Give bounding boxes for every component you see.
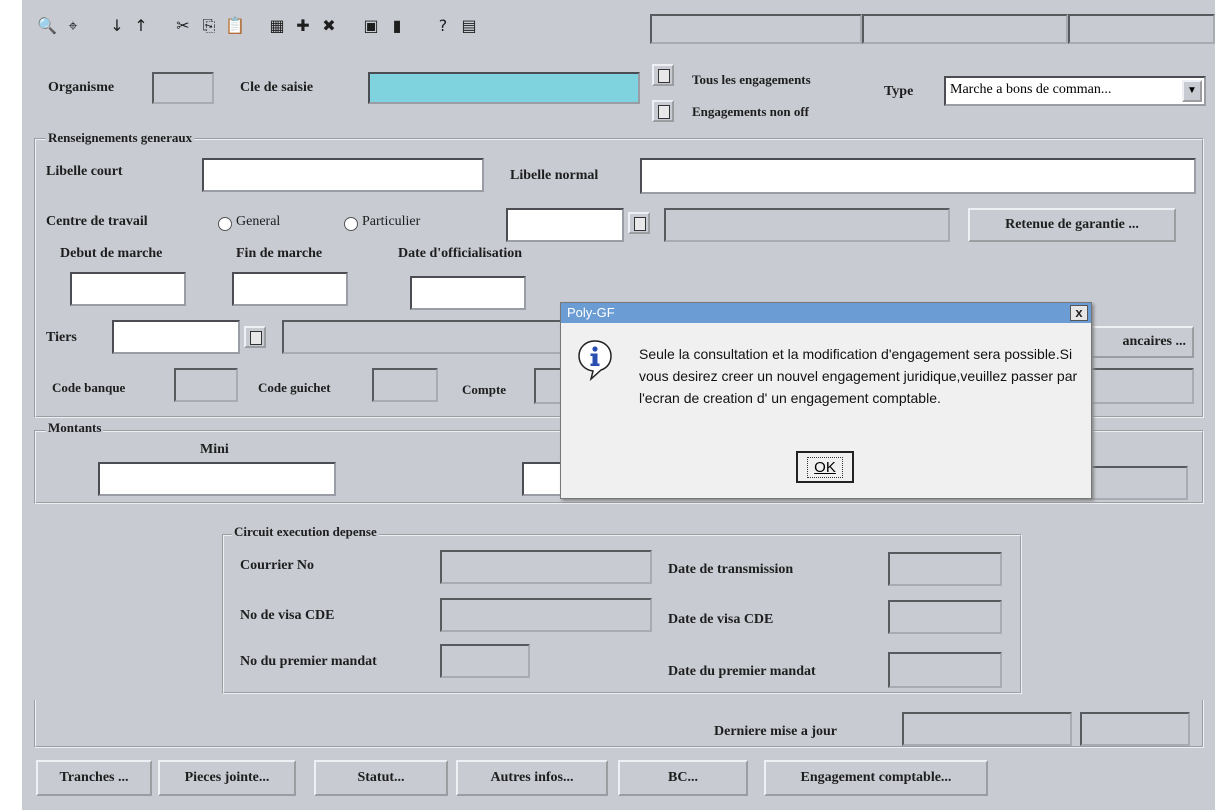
libelle-court-field[interactable]: [202, 158, 484, 192]
close-book-icon[interactable]: ▮: [382, 12, 412, 40]
non-off-engagements-icon[interactable]: [652, 100, 674, 122]
cle-saisie-label: Cle de saisie: [240, 80, 314, 95]
engagement-comptable-button[interactable]: Engagement comptable...: [764, 760, 988, 796]
radio-particulier[interactable]: [344, 217, 358, 231]
non-off-engagements-label: Engagements non off: [692, 104, 810, 119]
status-field-1: [650, 14, 862, 44]
centre-travail-list-icon[interactable]: [628, 212, 650, 234]
date-visa-label: Date de visa CDE: [668, 612, 774, 627]
dialog-title-bar: Poly-GF: [561, 303, 1091, 323]
bc-button[interactable]: BC...: [618, 760, 748, 796]
print-icon[interactable]: ▤: [454, 12, 484, 40]
status-field-2: [862, 14, 1068, 44]
paste-icon[interactable]: 📋: [220, 12, 250, 40]
close-icon[interactable]: x: [1070, 305, 1088, 321]
tiers-label: Tiers: [46, 330, 77, 345]
centre-travail-label: Centre de travail: [46, 214, 148, 229]
montant-field-3: [1082, 466, 1188, 500]
organisme-field[interactable]: [152, 72, 214, 104]
dialog-message: Seule la consultation et la modification…: [639, 346, 1078, 406]
debut-marche-label: Debut de marche: [60, 246, 163, 261]
ok-button-label: OK: [807, 456, 843, 478]
info-icon: [578, 340, 612, 381]
fin-marche-label: Fin de marche: [236, 246, 323, 261]
derniere-maj-date-field: [902, 712, 1072, 746]
tous-engagements-icon[interactable]: [652, 64, 674, 86]
centre-travail-desc-field: [664, 208, 950, 242]
compte-label: Compte: [462, 382, 507, 397]
type-select[interactable]: Marche a bons de comman... ▼: [944, 76, 1206, 106]
date-visa-field: [888, 600, 1002, 634]
derniere-maj-label: Derniere mise a jour: [714, 724, 837, 739]
date-transmission-label: Date de transmission: [668, 562, 794, 577]
tiers-field[interactable]: [112, 320, 240, 354]
date-officialisation-field[interactable]: [410, 276, 526, 310]
libelle-normal-field[interactable]: [640, 158, 1196, 194]
arrow-up-icon[interactable]: ↑: [126, 12, 156, 40]
tiers-list-icon[interactable]: [244, 326, 266, 348]
mini-field[interactable]: [98, 462, 336, 496]
date-officialisation-label: Date d'officialisation: [398, 246, 523, 261]
renseignements-title: Renseignements generaux: [46, 130, 195, 146]
radio-general-label: General: [236, 214, 281, 229]
statut-button[interactable]: Statut...: [314, 760, 448, 796]
courrier-label: Courrier No: [240, 558, 314, 573]
status-field-3: [1068, 14, 1215, 44]
fin-marche-field[interactable]: [232, 272, 348, 306]
montants-title: Montants: [46, 420, 104, 436]
no-visa-label: No de visa CDE: [240, 608, 335, 623]
tous-engagements-label: Tous les engagements: [692, 72, 811, 87]
dialog-title: Poly-GF: [567, 305, 615, 320]
retenue-garantie-button[interactable]: Retenue de garantie ...: [968, 208, 1176, 242]
libelle-court-label: Libelle court: [46, 164, 123, 179]
type-select-value: Marche a bons de comman...: [950, 82, 1112, 97]
code-guichet-label: Code guichet: [258, 380, 331, 395]
cle-saisie-field[interactable]: [368, 72, 640, 104]
type-label: Type: [884, 84, 914, 99]
code-guichet-field: [372, 368, 438, 402]
radio-general[interactable]: [218, 217, 232, 231]
date-mandat-label: Date du premier mandat: [668, 664, 816, 679]
tranches-button[interactable]: Tranches ...: [36, 760, 152, 796]
no-mandat-field: [440, 644, 530, 678]
circuit-title: Circuit execution depense: [232, 524, 379, 540]
code-banque-field: [174, 368, 238, 402]
debut-marche-field[interactable]: [70, 272, 186, 306]
ok-button[interactable]: OK: [796, 451, 854, 483]
no-visa-field: [440, 598, 652, 632]
date-mandat-field: [888, 652, 1002, 688]
binoculars-icon[interactable]: ⌖: [58, 12, 88, 40]
libelle-normal-label: Libelle normal: [510, 168, 599, 183]
pieces-jointes-button[interactable]: Pieces jointe...: [158, 760, 296, 796]
main-window: 🔍 ⌖ ↓ ↑ ✂ ⎘ 📋 ▦ ✚ ✖ ▣ ▮? ▤ Organisme Cle de saisie T…: [22, 0, 1215, 810]
autres-infos-button[interactable]: Autres infos...: [456, 760, 608, 796]
chevron-down-icon[interactable]: ▼: [1182, 80, 1202, 102]
no-mandat-label: No du premier mandat: [240, 654, 377, 669]
delete-record-icon[interactable]: ✖: [314, 12, 344, 40]
organisme-label: Organisme: [48, 80, 115, 95]
bancaires-button[interactable]: ancaires ...: [1082, 326, 1194, 358]
derniere-maj-user-field: [1080, 712, 1190, 746]
code-banque-label: Code banque: [52, 380, 126, 395]
centre-travail-field[interactable]: [506, 208, 624, 242]
info-dialog: Poly-GF x Seule la consultation et la mo…: [560, 302, 1092, 499]
mini-label: Mini: [200, 442, 229, 457]
date-transmission-field: [888, 552, 1002, 586]
radio-particulier-label: Particulier: [362, 214, 421, 229]
courrier-field: [440, 550, 652, 584]
